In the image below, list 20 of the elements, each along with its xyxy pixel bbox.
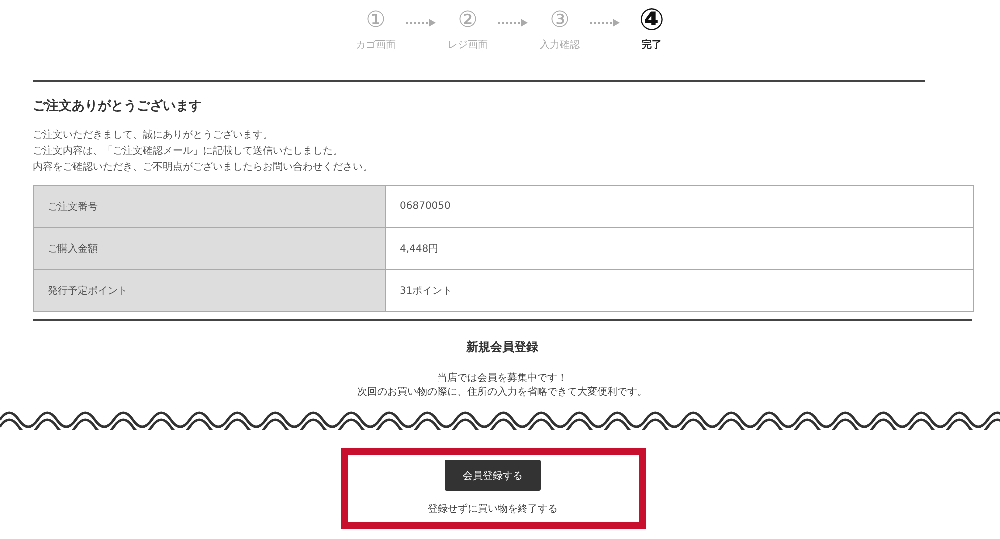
message-line: ご注文内容は、「ご注文確認メール」に記載して送信いたしました。 <box>33 145 344 159</box>
info-line: 次回のお買い物の際に、住所の入力を省略できて大変便利です。 <box>358 386 648 400</box>
step-label: カゴ画面 <box>356 39 396 52</box>
message-line: ご注文いただきまして、誠にありがとうございます。 <box>33 129 274 143</box>
step-label: 入力確認 <box>540 38 580 52</box>
step-number: ④ <box>639 6 665 36</box>
table-header-cell: 発行予定ポイント <box>34 270 386 311</box>
step-number: ② <box>458 7 478 35</box>
step-number: ③ <box>550 7 570 35</box>
step-label: 完了 <box>642 38 662 52</box>
page-heading: ご注文ありがとうございます <box>33 98 203 115</box>
section-title: 新規会員登録 <box>466 339 538 356</box>
message-line: 内容をご確認いただき、ご不明点がございましたらお問い合わせください。 <box>33 161 374 175</box>
register-button[interactable]: 会員登録する <box>445 460 541 491</box>
table-header-cell: ご購入金額 <box>34 228 386 269</box>
table-header-cell: ご注文番号 <box>34 186 386 227</box>
step-number: ① <box>366 7 386 35</box>
finish-link[interactable]: 登録せずに買い物を終了する <box>428 502 558 516</box>
step-label: レジ画面 <box>448 39 488 52</box>
info-line: 当店では会員を募集中です！ <box>438 372 568 386</box>
